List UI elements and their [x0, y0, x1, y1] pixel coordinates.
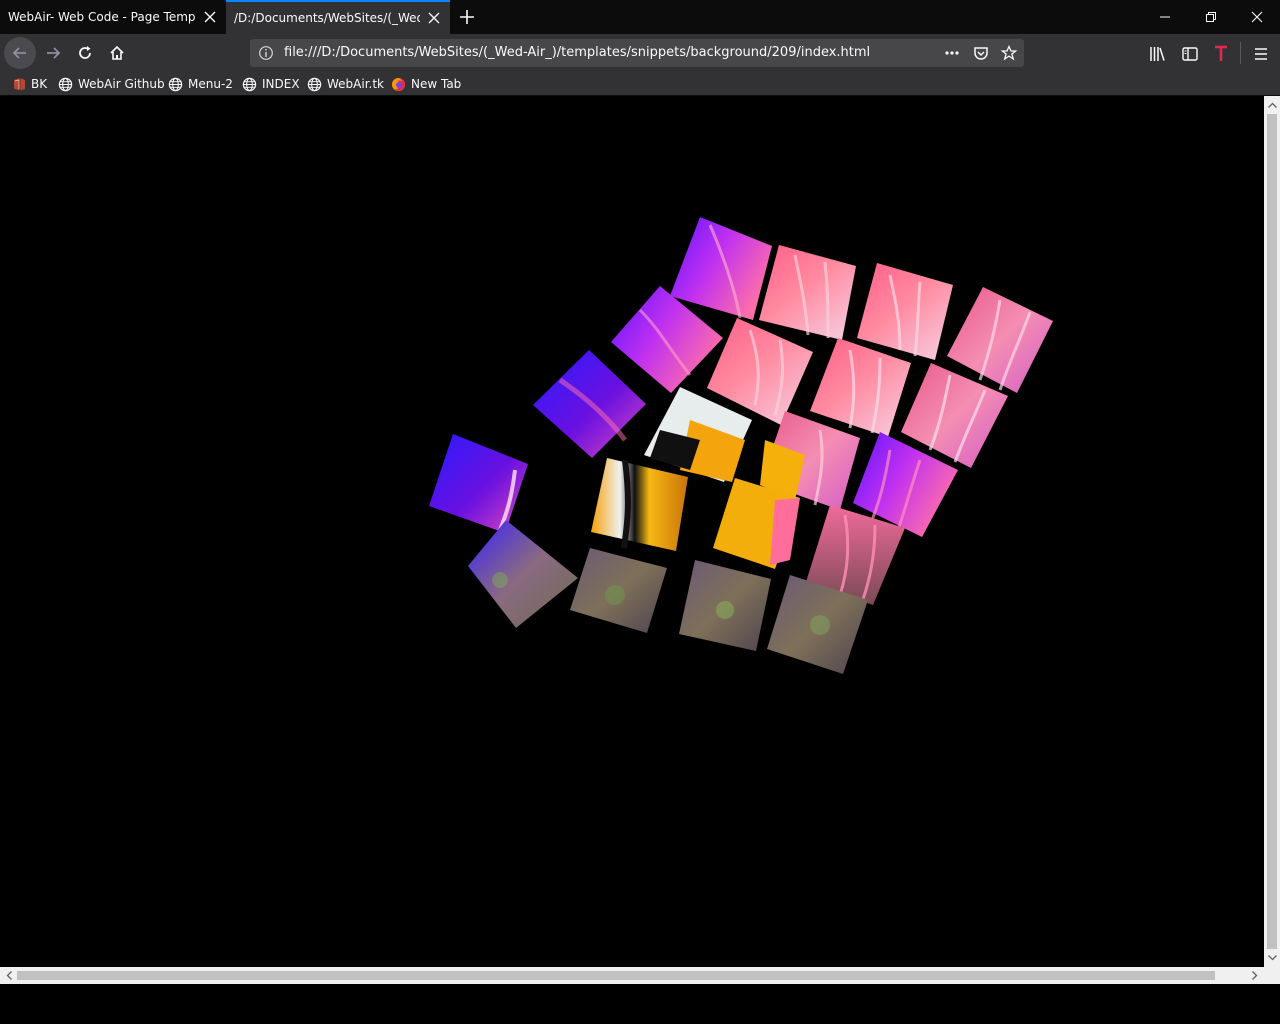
horizontal-scrollbar[interactable] — [0, 967, 1264, 984]
bookmark-label: BK — [31, 77, 48, 91]
close-tab-icon[interactable] — [426, 10, 442, 26]
library-icon — [1150, 47, 1165, 61]
forward-button[interactable] — [38, 38, 68, 68]
minimize-icon — [1160, 16, 1170, 18]
vertical-scrollbar[interactable] — [1264, 96, 1280, 967]
vertical-scroll-thumb[interactable] — [1267, 114, 1277, 949]
tab-strip: WebAir- Web Code - Page Templat /D:/Docu… — [0, 0, 1280, 34]
tile-r5-c1 — [468, 520, 578, 628]
tab-current-page[interactable]: /D:/Documents/WebSites/(_Wed-A — [226, 0, 450, 34]
bookmark-star-icon[interactable] — [1000, 44, 1018, 61]
home-icon — [110, 45, 124, 60]
url-text[interactable]: file:///D:/Documents/WebSites/(_Wed-Air_… — [284, 39, 870, 67]
toolbar-separator — [1240, 42, 1241, 64]
tile-r5-c2 — [570, 548, 667, 633]
globe-icon — [58, 77, 73, 91]
new-tab-button[interactable] — [455, 5, 479, 29]
scroll-left-icon[interactable] — [1, 967, 17, 983]
pocket-icon[interactable] — [973, 45, 989, 61]
extension-t-button[interactable] — [1211, 44, 1231, 64]
tab-webair-web-code[interactable]: WebAir- Web Code - Page Templat — [0, 0, 226, 34]
home-button[interactable] — [102, 38, 132, 68]
globe-icon — [307, 77, 322, 91]
bookmark-menu-2[interactable]: Menu-2 — [168, 75, 233, 93]
bookmark-label: INDEX — [262, 77, 300, 91]
open-menu-button[interactable] — [1250, 44, 1272, 64]
exploded-image-tiles — [429, 217, 1053, 674]
globe-icon — [168, 77, 183, 91]
bookmark-label: New Tab — [411, 77, 462, 91]
page-content — [0, 96, 1264, 967]
tile-r2-c3 — [810, 338, 911, 437]
tile-r1-c3 — [857, 263, 953, 360]
sidebar-icon — [1182, 47, 1198, 61]
bookmark-webair-github[interactable]: WebAir Github — [58, 75, 165, 93]
reload-icon — [79, 46, 91, 59]
close-tab-icon[interactable] — [202, 9, 218, 25]
restore-button[interactable] — [1188, 0, 1234, 34]
close-window-button[interactable] — [1234, 0, 1280, 34]
extension-t-icon — [1215, 45, 1227, 61]
address-bar[interactable]: file:///D:/Documents/WebSites/(_Wed-Air_… — [250, 39, 1024, 67]
tile-r5-c3 — [679, 560, 771, 651]
close-icon — [1251, 11, 1263, 23]
minimize-button[interactable] — [1142, 0, 1188, 34]
arrow-right-icon — [47, 47, 61, 59]
page-info-icon[interactable] — [258, 45, 274, 61]
tile-r3-c1 — [533, 350, 646, 458]
back-button[interactable] — [4, 37, 36, 69]
tile-r1-c2 — [759, 245, 856, 340]
bookmark-label: WebAir Github — [78, 77, 165, 91]
tile-r1-c1 — [670, 217, 772, 320]
reload-button[interactable] — [70, 38, 100, 68]
tile-r4-c2 — [591, 458, 688, 551]
scroll-up-icon[interactable] — [1264, 97, 1280, 113]
hamburger-menu-icon — [1255, 48, 1267, 60]
bookmark-index[interactable]: INDEX — [242, 75, 300, 93]
sidebar-button[interactable] — [1180, 44, 1200, 64]
scrollbar-corner — [1264, 967, 1280, 984]
tab-label: WebAir- Web Code - Page Templat — [8, 10, 196, 24]
scroll-right-icon[interactable] — [1247, 967, 1263, 983]
arrow-left-icon — [12, 47, 26, 59]
bookmarks-toolbar: BK WebAir Github Menu-2 INDEX WebAir.tk … — [0, 72, 1280, 96]
bookmark-label: Menu-2 — [188, 77, 233, 91]
bookmark-new-tab[interactable]: New Tab — [391, 75, 461, 93]
library-button[interactable] — [1148, 44, 1168, 64]
horizontal-scroll-thumb[interactable] — [17, 971, 1215, 980]
tab-label: /D:/Documents/WebSites/(_Wed-A — [234, 11, 420, 25]
bookmark-webair-tk[interactable]: WebAir.tk — [307, 75, 384, 93]
bookmark-label: WebAir.tk — [327, 77, 385, 91]
navigation-toolbar: file:///D:/Documents/WebSites/(_Wed-Air_… — [0, 34, 1280, 72]
page-actions-icon[interactable] — [944, 45, 960, 61]
firefox-icon — [391, 77, 406, 91]
bookmark-bk[interactable]: BK — [12, 75, 47, 93]
scroll-down-icon[interactable] — [1264, 950, 1280, 966]
restore-icon — [1206, 12, 1216, 22]
plus-icon — [460, 10, 474, 24]
book-icon — [14, 78, 25, 91]
tile-r4-c1 — [429, 434, 528, 533]
globe-icon — [242, 77, 257, 91]
